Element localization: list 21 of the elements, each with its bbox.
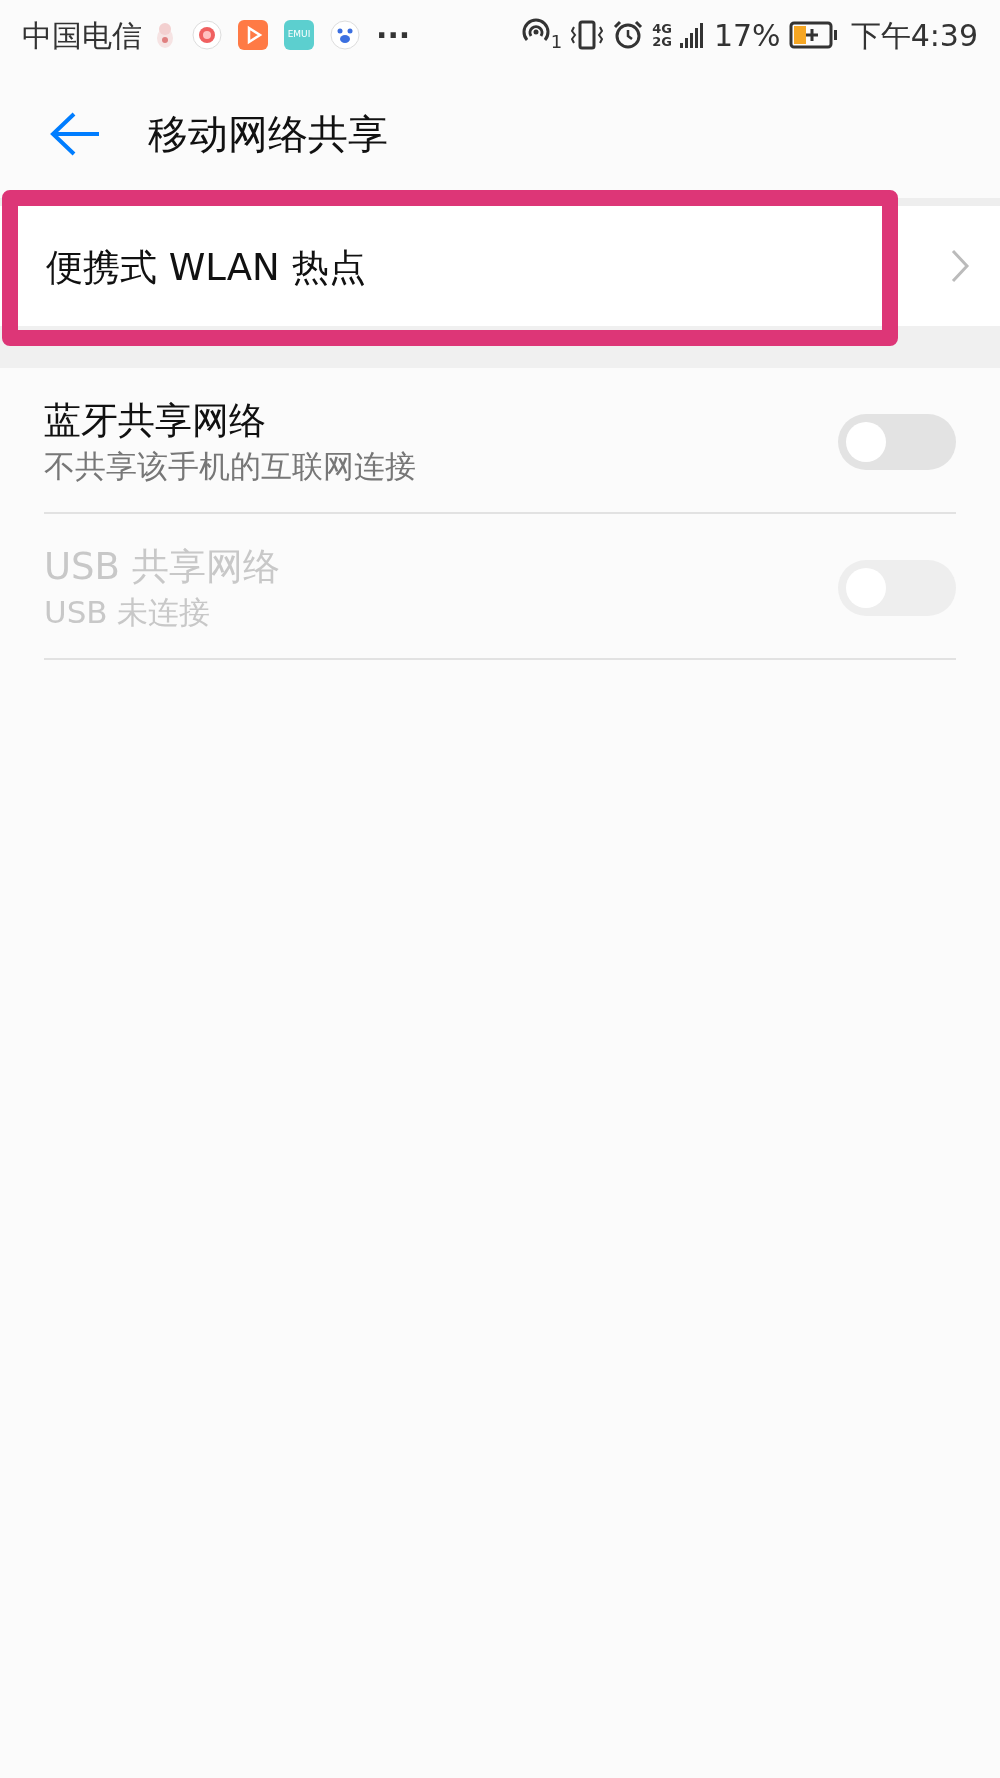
more-indicator: ···	[376, 16, 411, 55]
signal-icon	[679, 20, 706, 50]
pet-icon	[154, 20, 176, 50]
setting-title: 蓝牙共享网络	[44, 398, 267, 444]
battery-icon	[788, 21, 839, 49]
chevron-icon	[950, 248, 970, 284]
clock-time: 下午4:39	[850, 16, 978, 55]
page-title: 移动网络共享	[148, 110, 388, 159]
hotspot-count: 1	[550, 29, 563, 54]
setting-description: 不共享该手机的互联网连接	[44, 446, 417, 486]
network-type: 2G	[652, 35, 672, 48]
back-button[interactable]	[48, 111, 102, 157]
hotspot-setting-link[interactable]: 便携式 WLAN 热点	[46, 240, 366, 296]
paw-icon	[330, 20, 360, 50]
carrier-name: 中国电信	[22, 16, 142, 55]
vibrate-icon	[570, 19, 605, 51]
battery-percent: 17%	[713, 16, 781, 55]
alarm-icon	[612, 19, 645, 51]
emui-icon: EMUI	[284, 20, 314, 50]
network-type: 4G	[652, 22, 672, 35]
play-icon	[238, 20, 268, 50]
